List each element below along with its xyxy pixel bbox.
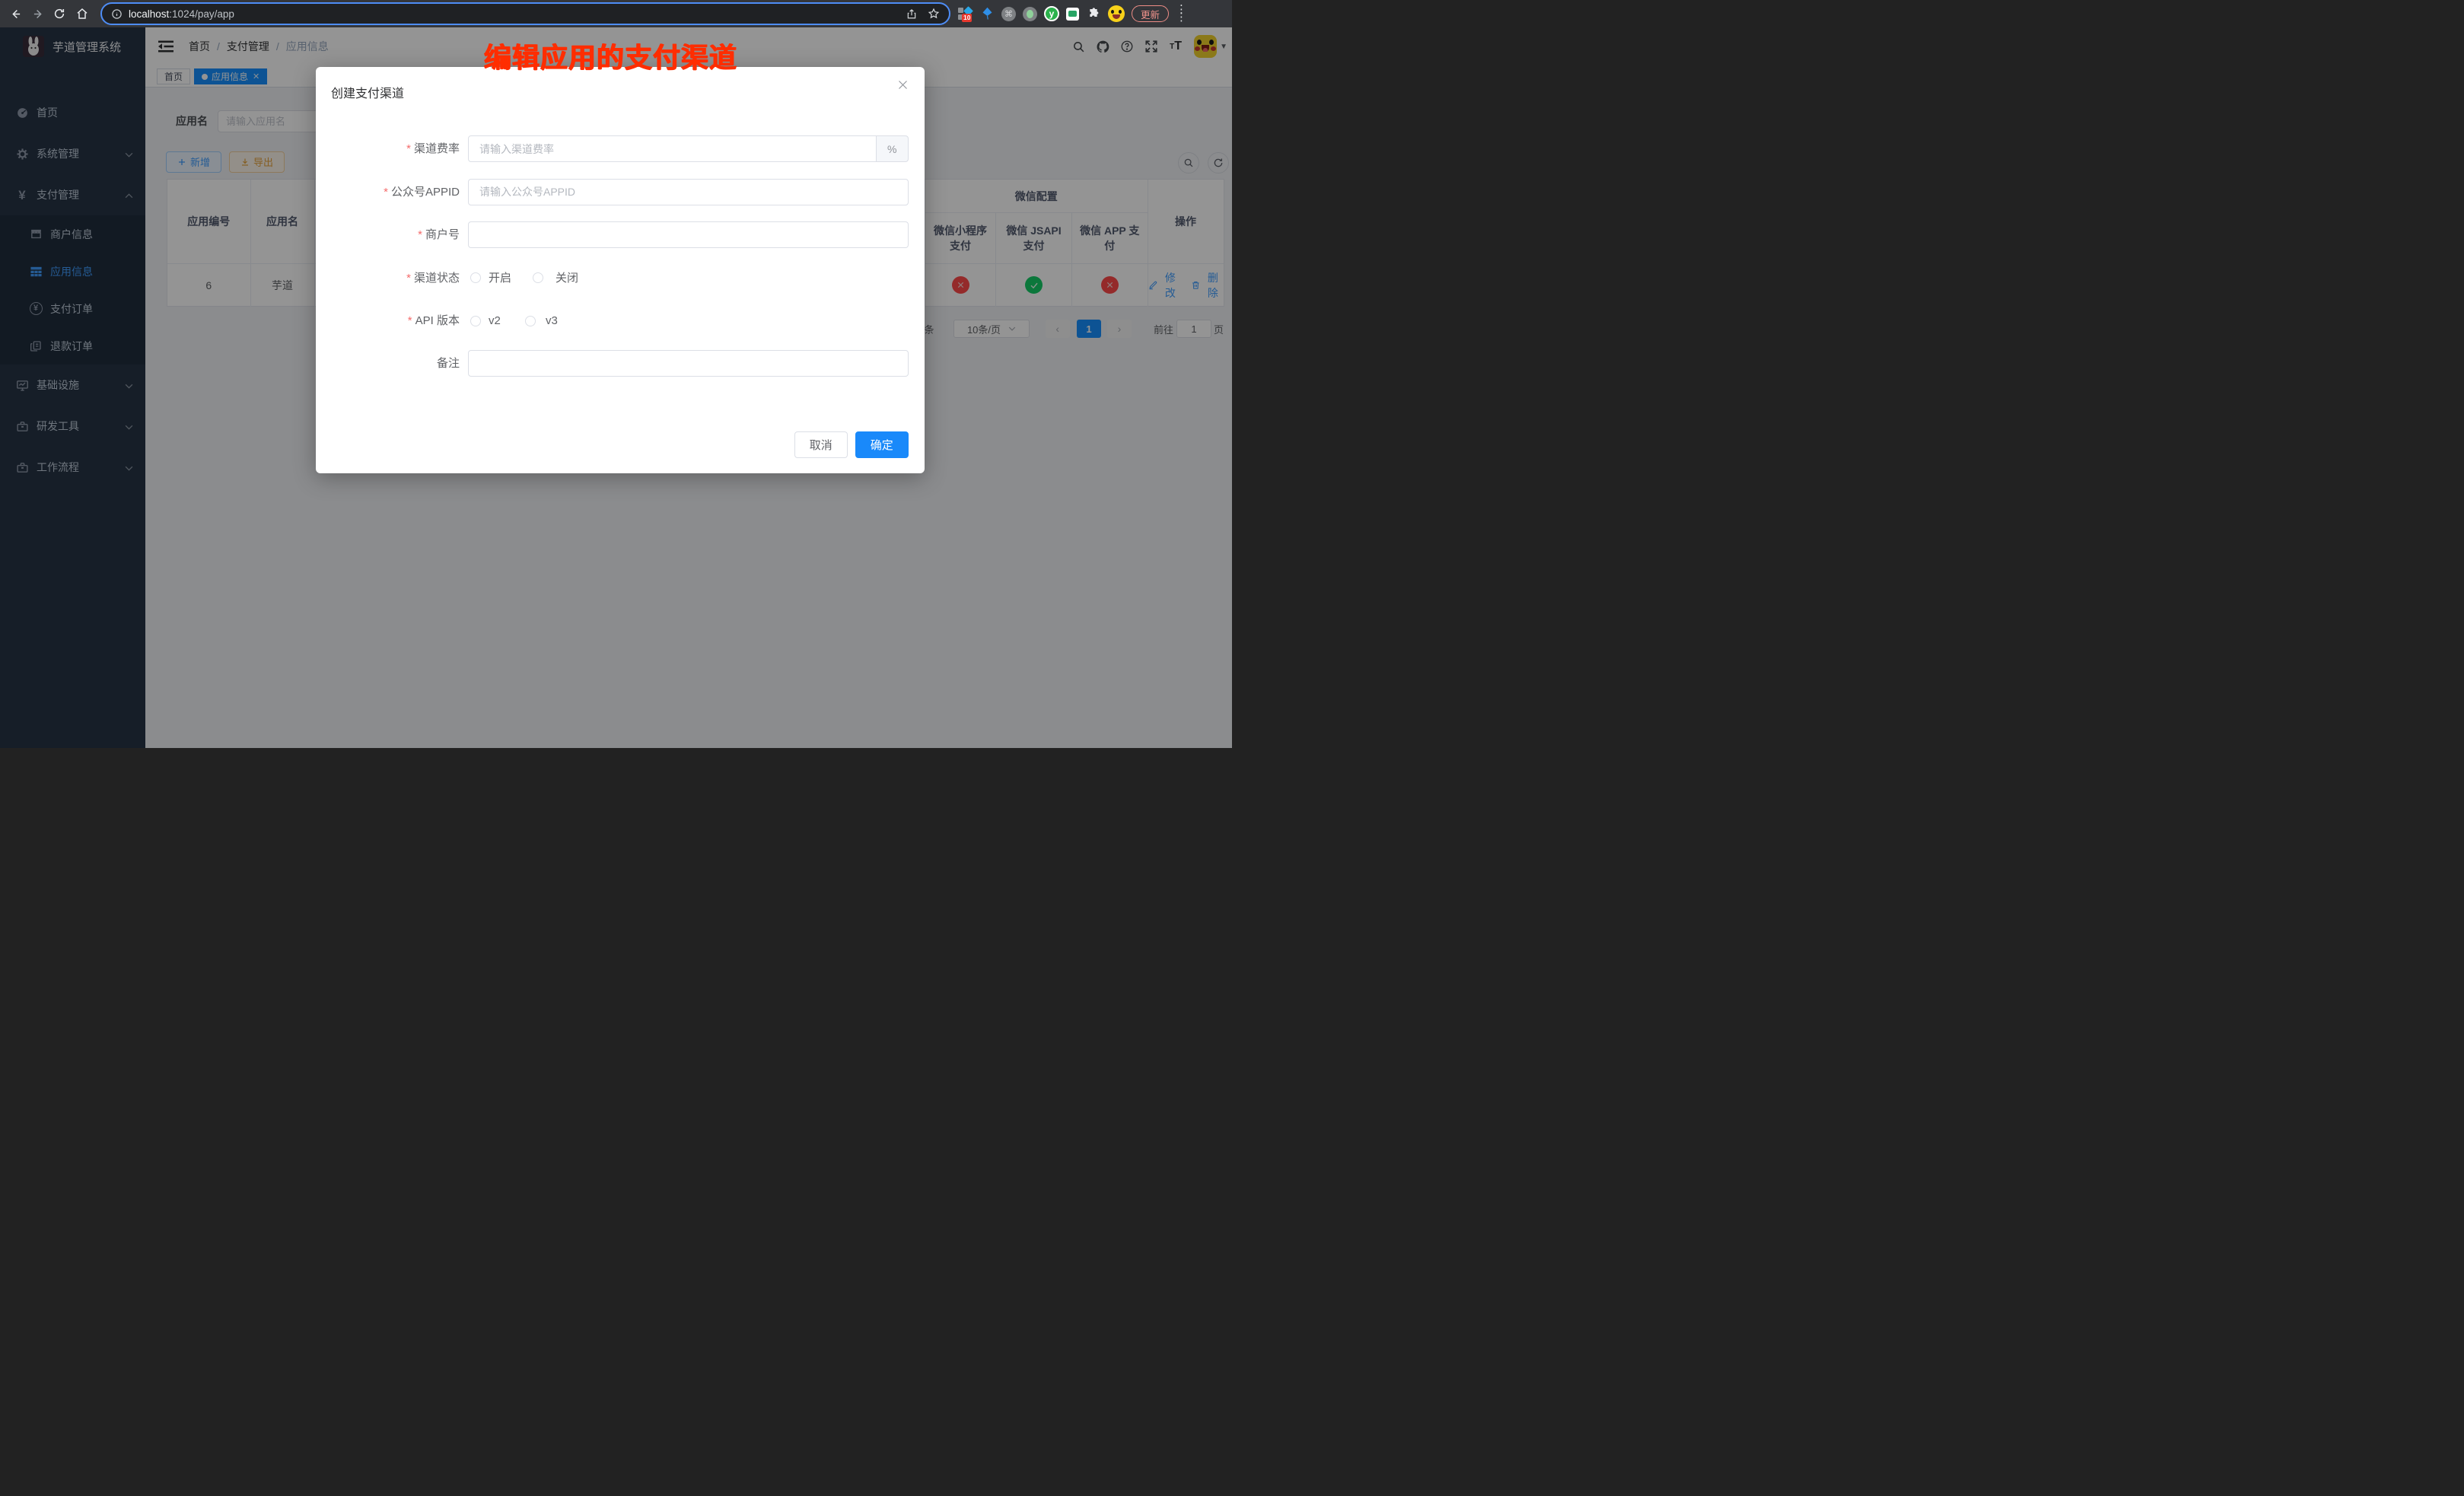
api-label: *API 版本 bbox=[316, 307, 460, 334]
url-text: localhost:1024/pay/app bbox=[129, 8, 234, 20]
field-row-appid: *公众号APPID bbox=[316, 179, 925, 205]
browser-menu-icon[interactable]: ⋮⋮ bbox=[1176, 6, 1187, 21]
remark-label: 备注 bbox=[316, 350, 460, 377]
required-asterisk: * bbox=[408, 314, 412, 327]
merchant-label: *商户号 bbox=[316, 221, 460, 248]
field-row-remark: 备注 bbox=[316, 350, 925, 377]
screen: localhost:1024/pay/app 10 ⌘ y bbox=[0, 0, 1232, 748]
address-bar[interactable]: localhost:1024/pay/app bbox=[100, 2, 950, 25]
field-row-merchant: *商户号 bbox=[316, 221, 925, 248]
browser-update-button[interactable]: 更新 bbox=[1132, 5, 1169, 22]
status-closed-radio[interactable] bbox=[533, 272, 543, 283]
cancel-button[interactable]: 取消 bbox=[794, 431, 848, 458]
browser-reload-icon[interactable] bbox=[50, 5, 68, 23]
remark-input[interactable] bbox=[468, 350, 909, 377]
field-row-status: *渠道状态 开启 关闭 bbox=[316, 265, 925, 291]
appid-input[interactable] bbox=[468, 179, 909, 205]
confirm-button[interactable]: 确定 bbox=[855, 431, 909, 458]
required-asterisk: * bbox=[406, 272, 411, 285]
extension-badge: 10 bbox=[962, 14, 972, 22]
status-label: *渠道状态 bbox=[316, 265, 460, 291]
percent-suffix: % bbox=[877, 135, 909, 162]
status-open-radio[interactable] bbox=[470, 272, 481, 283]
extension-tasks-icon[interactable]: 10 bbox=[957, 6, 973, 21]
merchant-input[interactable] bbox=[468, 221, 909, 248]
status-closed-label[interactable]: 关闭 bbox=[556, 265, 578, 291]
api-v3-radio[interactable] bbox=[525, 316, 536, 326]
site-info-icon[interactable] bbox=[111, 8, 123, 20]
rate-input[interactable] bbox=[468, 135, 877, 162]
share-icon[interactable] bbox=[906, 8, 917, 20]
field-row-api: *API 版本 v2 v3 bbox=[316, 307, 925, 334]
create-channel-dialog: 创建支付渠道 *渠道费率 % *公众号APPID *商户号 *渠道状态 开启 关… bbox=[316, 67, 925, 473]
annotation-text: 编辑应用的支付渠道 bbox=[484, 36, 737, 75]
extension-y-icon[interactable]: y bbox=[1044, 6, 1059, 21]
browser-extensions: 10 ⌘ y 更新 ⋮⋮ bbox=[957, 0, 1187, 27]
required-asterisk: * bbox=[418, 228, 422, 241]
close-icon[interactable] bbox=[897, 79, 909, 91]
required-asterisk: * bbox=[406, 142, 411, 155]
browser-forward-icon[interactable] bbox=[29, 5, 47, 23]
browser-toolbar: localhost:1024/pay/app 10 ⌘ y bbox=[0, 0, 1232, 27]
field-row-rate: *渠道费率 % bbox=[316, 135, 925, 162]
extension-command-icon[interactable]: ⌘ bbox=[1001, 7, 1016, 21]
extension-emoji-icon[interactable] bbox=[1108, 5, 1125, 22]
extension-puzzle-icon[interactable] bbox=[1086, 6, 1101, 21]
browser-home-icon[interactable] bbox=[73, 5, 91, 23]
status-open-label[interactable]: 开启 bbox=[489, 265, 511, 291]
browser-back-icon[interactable] bbox=[6, 5, 24, 23]
appid-label: *公众号APPID bbox=[316, 179, 460, 205]
required-asterisk: * bbox=[384, 186, 388, 199]
bookmark-star-icon[interactable] bbox=[928, 8, 940, 20]
extension-kite-icon[interactable] bbox=[979, 6, 995, 21]
api-v2-radio[interactable] bbox=[470, 316, 481, 326]
dialog-title: 创建支付渠道 bbox=[331, 83, 404, 101]
extension-chat-icon[interactable] bbox=[1066, 8, 1079, 21]
api-v3-label[interactable]: v3 bbox=[546, 307, 558, 334]
api-v2-label[interactable]: v2 bbox=[489, 307, 501, 334]
extension-recorder-icon[interactable] bbox=[1023, 7, 1037, 21]
rate-label: *渠道费率 bbox=[316, 135, 460, 162]
